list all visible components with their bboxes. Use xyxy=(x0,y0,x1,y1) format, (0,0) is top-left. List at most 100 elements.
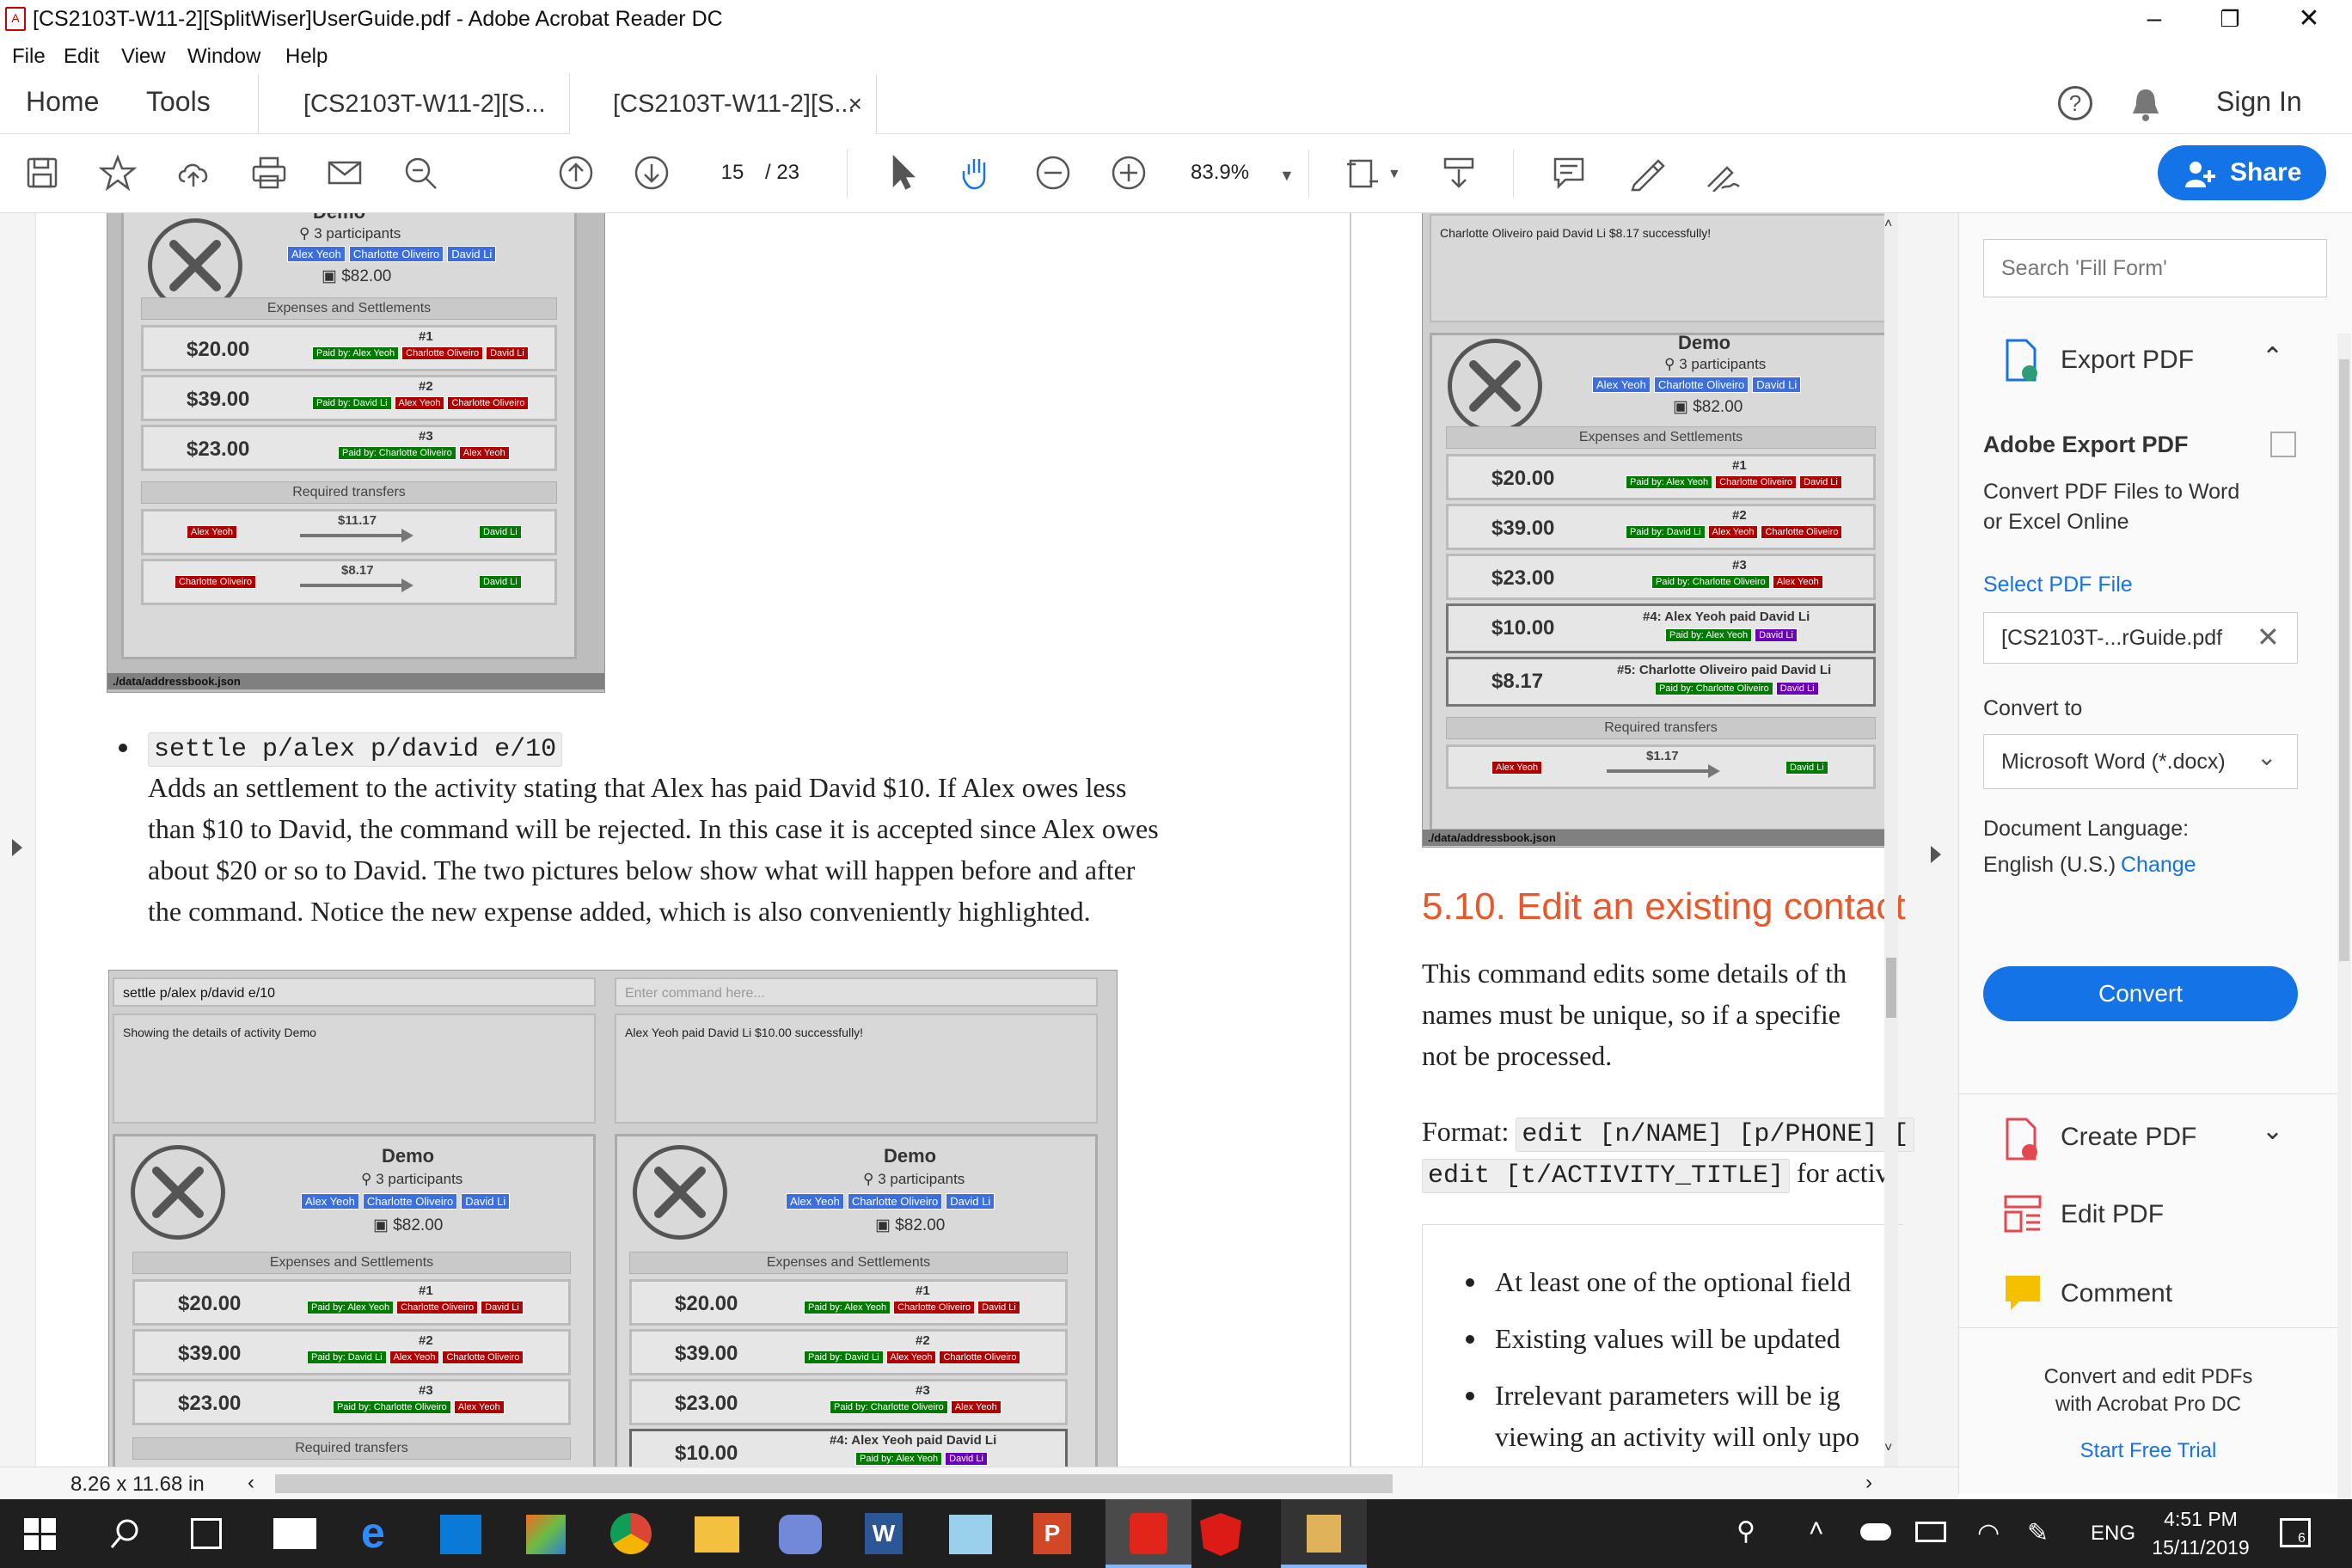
notifications-bell-icon[interactable] xyxy=(2130,86,2161,122)
mail-app-icon[interactable] xyxy=(273,1518,316,1549)
right-pane-scrollbar[interactable]: ˄ ˅ xyxy=(1884,213,1898,1468)
battery-icon[interactable] xyxy=(1915,1522,1946,1542)
hand-tool-icon[interactable] xyxy=(956,151,999,194)
sign-in-link[interactable]: Sign In xyxy=(2216,86,2302,118)
transfer-arrowhead xyxy=(1708,764,1720,778)
convert-to-label: Convert to xyxy=(1983,696,2083,720)
zoom-level[interactable]: 83.9% xyxy=(1191,151,1249,194)
menu-window[interactable]: Window xyxy=(187,45,260,69)
tab-document-2[interactable]: [CS2103T-W11-2][S... × xyxy=(569,74,877,134)
close-tab-icon[interactable]: × xyxy=(848,74,862,134)
menu-view[interactable]: View xyxy=(121,45,166,69)
task-view-icon[interactable] xyxy=(191,1518,222,1549)
expand-chevron-icon[interactable]: ⌄ xyxy=(2262,1116,2283,1146)
print-icon[interactable] xyxy=(248,151,291,194)
tab-tools[interactable]: Tools xyxy=(146,86,211,118)
menu-edit[interactable]: Edit xyxy=(64,45,99,69)
activity-card-settlements: Demo ⚲ 3 participants Alex Yeoh Charlotte… xyxy=(1430,332,1890,831)
search-fill-form-input[interactable]: Search 'Fill Form' xyxy=(1983,239,2327,297)
format-select[interactable]: Microsoft Word (*.docx) xyxy=(1983,734,2298,789)
document-pane-right[interactable]: Charlotte Oliveiro paid David Li $8.17 s… xyxy=(1351,213,1958,1468)
help-icon[interactable]: ? xyxy=(2058,86,2092,120)
scroll-right-icon[interactable]: › xyxy=(1865,1471,1872,1495)
gitkraken-icon[interactable] xyxy=(526,1515,566,1554)
pen-workspace-icon[interactable]: ✎ xyxy=(2027,1518,2049,1548)
page-number-input[interactable]: 15 xyxy=(707,151,758,194)
divider xyxy=(1959,1327,2337,1328)
zoom-dropdown-icon[interactable]: ▼ xyxy=(1279,167,1295,185)
menu-file[interactable]: File xyxy=(12,45,46,69)
zoom-in-icon[interactable] xyxy=(1107,151,1150,194)
minimize-button[interactable]: – xyxy=(2115,0,2194,40)
select-pdf-file-link[interactable]: Select PDF File xyxy=(1983,573,2133,597)
zoom-out-icon[interactable] xyxy=(1032,151,1075,194)
change-language-link[interactable]: Change xyxy=(2121,853,2196,878)
file-explorer-icon[interactable] xyxy=(695,1516,739,1553)
start-trial-link[interactable]: Start Free Trial xyxy=(1959,1439,2337,1463)
email-icon[interactable] xyxy=(323,151,366,194)
chrome-icon[interactable] xyxy=(610,1513,652,1554)
expense-row: $39.00 #2 Paid by: David Li Alex Yeoh Char… xyxy=(141,375,557,421)
copy-icon[interactable] xyxy=(2270,432,2296,457)
payer-tag: Paid by: Charlotte Oliveiro xyxy=(338,446,456,460)
document-pane-left[interactable]: Demo ⚲ 3 participants Alex Yeoh Charlott… xyxy=(36,213,1350,1468)
people-icon[interactable]: ⚲ xyxy=(1736,1516,1755,1547)
wifi-icon[interactable]: ◠ xyxy=(1977,1518,2000,1548)
right-pane-scroll-thumb[interactable] xyxy=(1886,958,1896,1018)
expand-right-panel-icon[interactable] xyxy=(1931,846,1941,863)
scroll-up-icon[interactable]: ˄ xyxy=(1884,217,1892,232)
convert-button[interactable]: Convert xyxy=(1983,966,2298,1021)
input-language[interactable]: ENG xyxy=(2091,1522,2135,1546)
acrobat-taskbar-button[interactable] xyxy=(1106,1499,1191,1568)
scroll-down-icon[interactable]: ˅ xyxy=(1884,1441,1892,1456)
member-tag: David Li xyxy=(946,1193,995,1210)
discord-icon[interactable] xyxy=(779,1515,822,1554)
expand-left-panel-icon[interactable] xyxy=(12,839,22,856)
clock[interactable]: 4:51 PM 15/11/2019 xyxy=(2149,1508,2252,1559)
clear-file-icon[interactable]: ✕ xyxy=(2257,621,2280,653)
upload-cloud-icon[interactable] xyxy=(172,151,215,194)
edge-browser-icon[interactable]: e xyxy=(361,1511,401,1554)
horizontal-scroll-thumb[interactable] xyxy=(275,1474,1393,1493)
highlight-pen-icon[interactable] xyxy=(1625,151,1668,194)
comment-tool[interactable]: Comment xyxy=(2061,1279,2172,1308)
tools-panel-scrollbar[interactable] xyxy=(2337,334,2351,1503)
app-taskbar-button[interactable] xyxy=(1281,1499,1367,1568)
bookmark-star-icon[interactable] xyxy=(96,151,139,194)
previous-page-icon[interactable] xyxy=(554,151,597,194)
edit-pdf-tool[interactable]: Edit PDF xyxy=(2061,1200,2164,1229)
fit-dropdown-icon[interactable]: ▼ xyxy=(1387,167,1401,182)
store-icon[interactable] xyxy=(440,1515,481,1554)
restore-button[interactable]: ❐ xyxy=(2190,0,2269,40)
menu-help[interactable]: Help xyxy=(285,45,328,69)
format-line-1: Format: edit [n/NAME] [p/PHONE] [ xyxy=(1422,1111,1915,1155)
debtor-tag: Alex Yeoh xyxy=(1772,575,1823,589)
scroll-mode-icon[interactable] xyxy=(1437,151,1480,194)
onedrive-icon[interactable] xyxy=(1860,1523,1891,1540)
export-pdf-title[interactable]: Export PDF xyxy=(2061,346,2194,375)
sign-icon[interactable] xyxy=(1700,151,1743,194)
powerpoint-icon[interactable]: P xyxy=(1033,1513,1071,1554)
select-cursor-icon[interactable] xyxy=(881,151,924,194)
fit-page-icon[interactable] xyxy=(1341,151,1384,194)
ink-app-icon[interactable] xyxy=(949,1515,992,1554)
tools-panel-scroll-thumb[interactable] xyxy=(2339,359,2349,961)
next-page-icon[interactable] xyxy=(630,151,673,194)
angular-icon[interactable] xyxy=(1200,1513,1241,1556)
windows-start-icon[interactable] xyxy=(24,1518,57,1551)
action-center-icon[interactable]: 6 xyxy=(2280,1518,2311,1547)
convert-description: Convert PDF Files to Word or Excel Online xyxy=(1983,480,2239,535)
search-zoom-icon[interactable] xyxy=(399,151,442,194)
scroll-left-icon[interactable]: ‹ xyxy=(248,1471,254,1495)
tab-home[interactable]: Home xyxy=(26,86,99,118)
search-icon[interactable] xyxy=(108,1516,143,1551)
tab-document-1[interactable]: [CS2103T-W11-2][S... xyxy=(258,74,569,134)
word-icon[interactable]: W xyxy=(865,1513,903,1554)
format-dropdown-icon[interactable]: ⌄ xyxy=(2257,743,2276,771)
close-window-button[interactable]: ✕ xyxy=(2269,0,2349,40)
comment-icon[interactable] xyxy=(1547,151,1590,194)
show-hidden-icons[interactable]: ˄ xyxy=(1809,1515,1824,1544)
save-icon[interactable] xyxy=(21,151,64,194)
collapse-chevron-icon[interactable]: ⌃ xyxy=(2262,342,2283,372)
create-pdf-tool[interactable]: Create PDF xyxy=(2061,1123,2196,1152)
